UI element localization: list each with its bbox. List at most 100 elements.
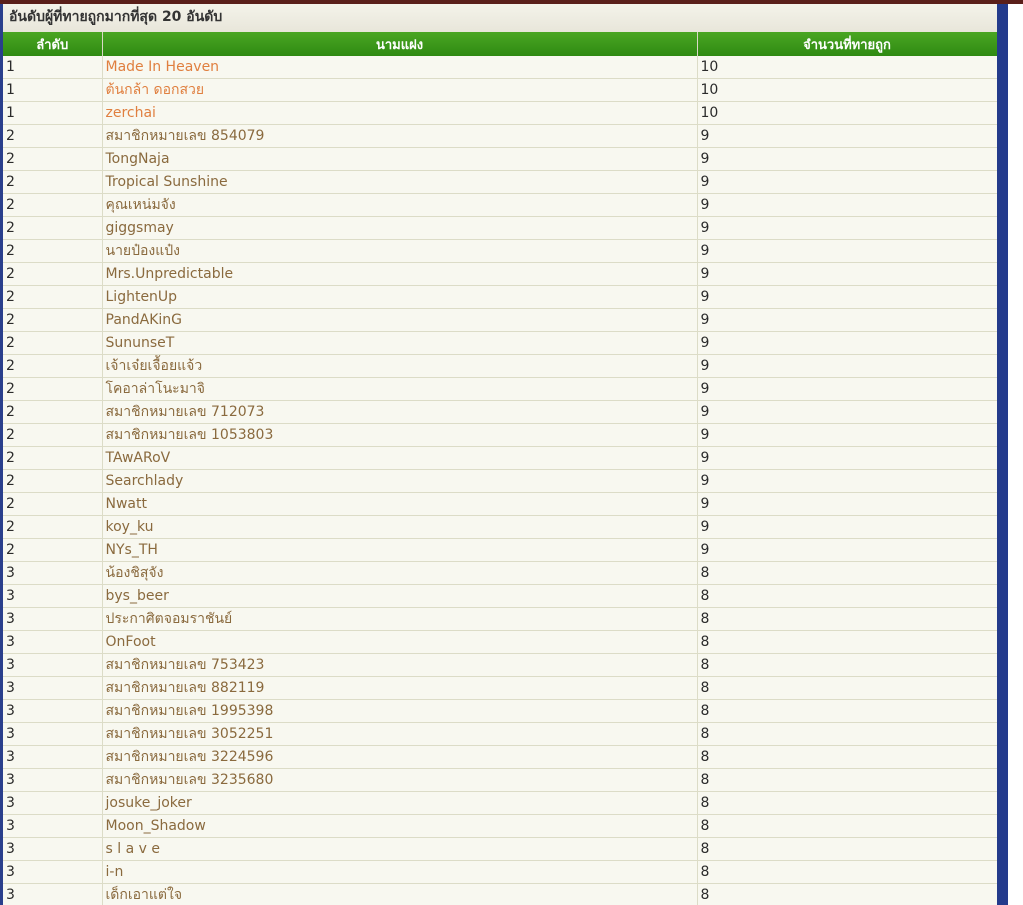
table-row: 3 เด็กเอาแต่ใจ 8 [3,883,997,905]
rank-cell: 3 [3,653,103,677]
correct-count-cell: 9 [697,147,997,171]
table-row: 3 สมาชิกหมายเลข 1995398 8 [3,699,997,723]
member-name-link[interactable]: Tropical Sunshine [102,170,698,194]
member-name-link[interactable]: สมาชิกหมายเลข 882119 [102,676,698,700]
member-name-link[interactable]: SununseT [102,331,698,355]
correct-count-cell: 9 [697,285,997,309]
member-name-link[interactable]: สมาชิกหมายเลข 3224596 [102,745,698,769]
member-name-link[interactable]: Moon_Shadow [102,814,698,838]
member-name-link[interactable]: สมาชิกหมายเลข 854079 [102,124,698,148]
member-name-link[interactable]: OnFoot [102,630,698,654]
member-name-link[interactable]: สมาชิกหมายเลข 3052251 [102,722,698,746]
table-row: 2 สมาชิกหมายเลข 712073 9 [3,400,997,424]
member-name-link[interactable]: สมาชิกหมายเลข 1053803 [102,423,698,447]
table-row: 2 TAwARoV 9 [3,446,997,470]
member-name-link[interactable]: สมาชิกหมายเลข 753423 [102,653,698,677]
member-name-link[interactable]: josuke_joker [102,791,698,815]
table-row: 2 Nwatt 9 [3,492,997,516]
table-row: 3 bys_beer 8 [3,584,997,608]
table-row: 3 สมาชิกหมายเลข 3224596 8 [3,745,997,769]
rank-cell: 1 [3,78,103,102]
rank-cell: 2 [3,193,103,217]
member-name-link[interactable]: สมาชิกหมายเลข 3235680 [102,768,698,792]
correct-count-cell: 8 [697,860,997,884]
correct-count-cell: 8 [697,584,997,608]
rank-cell: 2 [3,147,103,171]
right-side-bar [997,4,1008,905]
correct-count-cell: 9 [697,170,997,194]
member-name-link[interactable]: น้องชิสุจัง [102,561,698,585]
member-name-link[interactable]: i-n [102,860,698,884]
member-name-link[interactable]: giggsmay [102,216,698,240]
member-name-link[interactable]: โคอาล่าโนะมาจิ [102,377,698,401]
member-name-link[interactable]: koy_ku [102,515,698,539]
rank-cell: 2 [3,216,103,240]
member-name-link[interactable]: เด็กเอาแต่ใจ [102,883,698,905]
member-name-link[interactable]: สมาชิกหมายเลข 712073 [102,400,698,424]
table-row: 3 สมาชิกหมายเลข 3052251 8 [3,722,997,746]
rank-cell: 3 [3,607,103,631]
panel-title: อันดับผู้ที่ทายถูกมากที่สุด 20 อันดับ [3,4,997,32]
member-name-link[interactable]: PandAKinG [102,308,698,332]
correct-count-cell: 8 [697,676,997,700]
table-row: 2 Tropical Sunshine 9 [3,170,997,194]
rank-cell: 2 [3,538,103,562]
rank-cell: 3 [3,883,103,905]
rank-cell: 2 [3,492,103,516]
member-name-link[interactable]: zerchai [102,101,698,125]
rank-cell: 3 [3,630,103,654]
rank-cell: 3 [3,676,103,700]
ranking-panel: อันดับผู้ที่ทายถูกมากที่สุด 20 อันดับ ลำ… [3,4,997,905]
member-name-link[interactable]: ประกาศิตจอมราชันย์ [102,607,698,631]
member-name-link[interactable]: TongNaja [102,147,698,171]
member-name-link[interactable]: Mrs.Unpredictable [102,262,698,286]
member-name-link[interactable]: Made In Heaven [102,56,698,79]
table-row: 2 SununseT 9 [3,331,997,355]
correct-count-cell: 9 [697,469,997,493]
table-row: 2 NYs_TH 9 [3,538,997,562]
correct-count-cell: 10 [697,101,997,125]
member-name-link[interactable]: Nwatt [102,492,698,516]
rank-cell: 2 [3,331,103,355]
rank-cell: 2 [3,308,103,332]
rank-cell: 3 [3,745,103,769]
rank-cell: 3 [3,837,103,861]
member-name-link[interactable]: TAwARoV [102,446,698,470]
member-name-link[interactable]: คุณเหน่มจัง [102,193,698,217]
correct-count-cell: 9 [697,308,997,332]
correct-count-cell: 9 [697,124,997,148]
rank-cell: 1 [3,101,103,125]
correct-count-cell: 9 [697,216,997,240]
table-row: 2 สมาชิกหมายเลข 854079 9 [3,124,997,148]
member-name-link[interactable]: สมาชิกหมายเลข 1995398 [102,699,698,723]
rank-cell: 2 [3,446,103,470]
member-name-link[interactable]: เจ้าเจ๋ยเจื้อยแจ้ว [102,354,698,378]
table-row: 3 สมาชิกหมายเลข 753423 8 [3,653,997,677]
member-name-link[interactable]: LightenUp [102,285,698,309]
member-name-link[interactable]: NYs_TH [102,538,698,562]
correct-count-cell: 9 [697,377,997,401]
table-row: 3 น้องชิสุจัง 8 [3,561,997,585]
correct-count-cell: 8 [697,837,997,861]
rank-cell: 2 [3,354,103,378]
member-name-link[interactable]: s l a v e [102,837,698,861]
table-row: 2 โคอาล่าโนะมาจิ 9 [3,377,997,401]
table-row: 1 zerchai 10 [3,101,997,125]
member-name-link[interactable]: นายป๋องแป๋ง [102,239,698,263]
correct-count-cell: 8 [697,814,997,838]
member-name-link[interactable]: ต้นกล้า ดอกสวย [102,78,698,102]
table-row: 2 Mrs.Unpredictable 9 [3,262,997,286]
table-row: 3 Moon_Shadow 8 [3,814,997,838]
table-row: 3 สมาชิกหมายเลข 882119 8 [3,676,997,700]
rank-cell: 3 [3,699,103,723]
ranking-table: ลำดับ นามแฝง จำนวนที่ทายถูก 1 Made In Hea… [3,32,997,905]
correct-count-cell: 8 [697,699,997,723]
member-name-link[interactable]: bys_beer [102,584,698,608]
correct-count-cell: 9 [697,400,997,424]
member-name-link[interactable]: Searchlady [102,469,698,493]
correct-count-cell: 9 [697,262,997,286]
correct-count-cell: 9 [697,423,997,447]
correct-count-cell: 8 [697,745,997,769]
correct-count-cell: 8 [697,561,997,585]
rank-cell: 3 [3,814,103,838]
